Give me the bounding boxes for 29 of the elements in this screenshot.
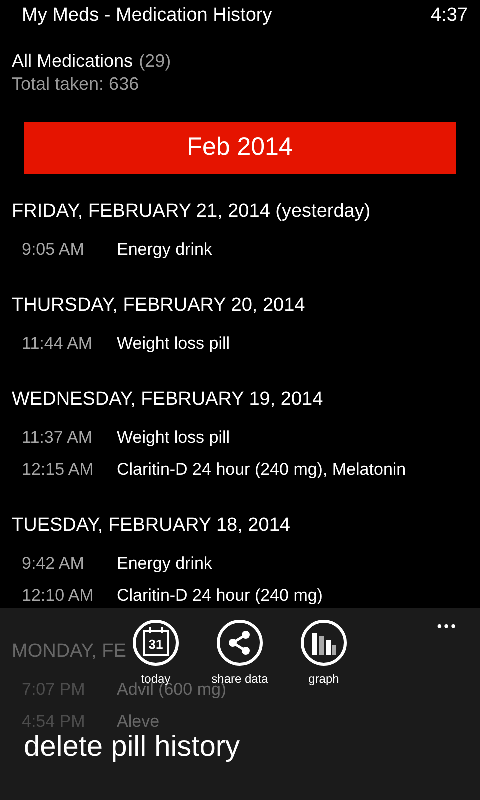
day-header: FRIDAY, FEBRUARY 21, 2014 (yesterday) bbox=[12, 200, 371, 224]
medication-name: Weight loss pill bbox=[117, 428, 230, 448]
day-header: THURSDAY, FEBRUARY 20, 2014 bbox=[12, 294, 306, 318]
dose-time: 11:44 AM bbox=[22, 334, 94, 354]
month-banner[interactable]: Feb 2014 bbox=[24, 122, 456, 174]
medication-name: Energy drink bbox=[117, 240, 212, 260]
filter-label: All Medications bbox=[12, 50, 134, 73]
total-taken: Total taken: 636 bbox=[12, 73, 140, 96]
more-button[interactable]: ••• bbox=[437, 616, 458, 637]
dose-time: 9:05 AM bbox=[22, 240, 86, 260]
bar-chart-icon bbox=[311, 630, 337, 656]
dose-time: 11:37 AM bbox=[22, 428, 94, 448]
day-header: WEDNESDAY, FEBRUARY 19, 2014 bbox=[12, 388, 324, 412]
medication-name: Claritin-D 24 hour (240 mg), Melatonin bbox=[117, 460, 406, 480]
calendar-icon: 31 bbox=[143, 630, 169, 656]
medication-name: Energy drink bbox=[117, 554, 212, 574]
dose-time: 12:15 AM bbox=[22, 460, 95, 480]
medication-name: Claritin-D 24 hour (240 mg) bbox=[117, 586, 323, 606]
dose-time: 9:42 AM bbox=[22, 554, 86, 574]
dose-time: 12:10 AM bbox=[22, 586, 95, 606]
medication-count: (29) bbox=[139, 50, 172, 73]
clock-time: 4:37 bbox=[431, 4, 468, 28]
medication-name: Weight loss pill bbox=[117, 334, 230, 354]
share-icon bbox=[227, 630, 253, 656]
app-title: My Meds - Medication History bbox=[22, 4, 272, 28]
day-header: MONDAY, FE bbox=[12, 640, 126, 664]
app-bar-button[interactable]: graph bbox=[300, 620, 348, 688]
day-header: TUESDAY, FEBRUARY 18, 2014 bbox=[12, 514, 290, 538]
button-label: graph bbox=[308, 671, 340, 688]
